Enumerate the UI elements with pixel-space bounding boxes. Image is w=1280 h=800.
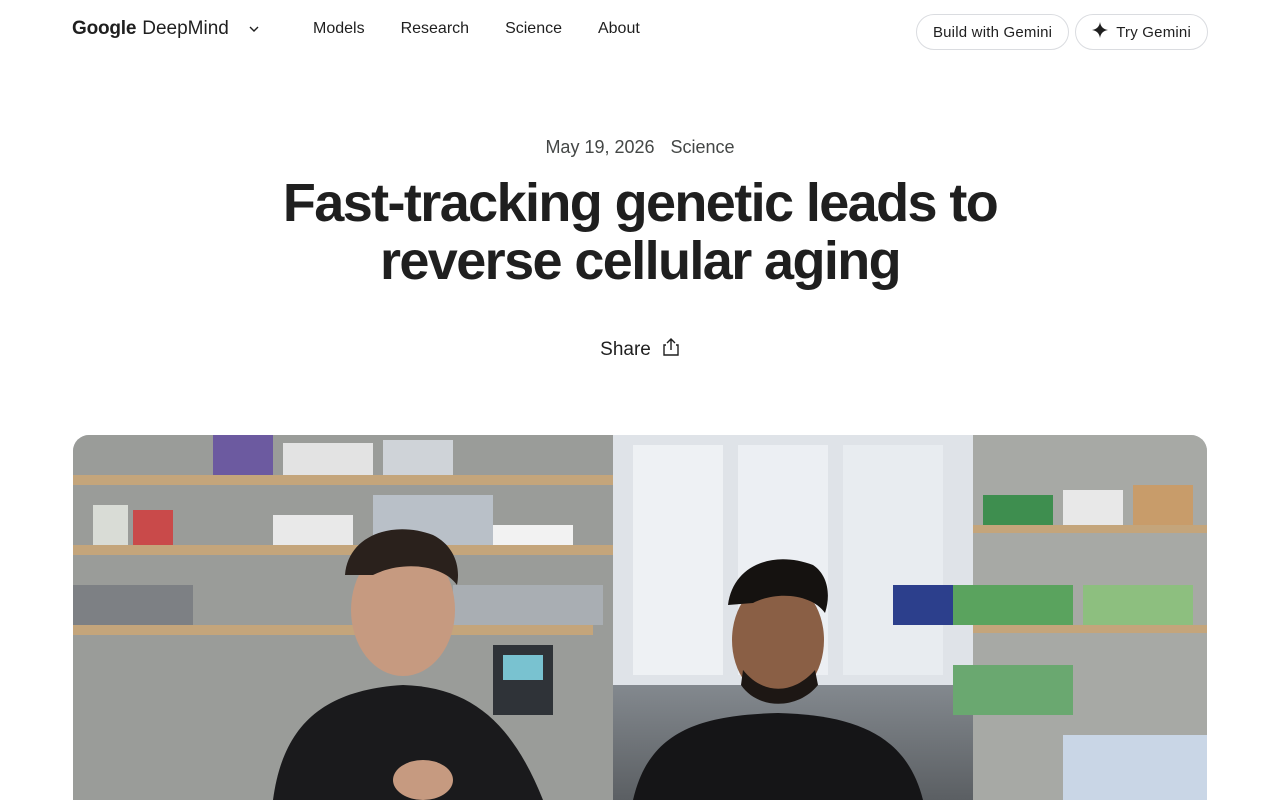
brand-google-text: Google	[72, 18, 137, 39]
try-gemini-button[interactable]: Try Gemini	[1075, 14, 1208, 50]
build-with-gemini-label: Build with Gemini	[932, 23, 1053, 41]
main-nav: Models Research Science About	[313, 20, 640, 38]
article-title-line-2: reverse cellular aging	[379, 231, 902, 291]
share-label: Share	[600, 339, 651, 360]
article-category-link[interactable]: Science	[671, 137, 735, 158]
hero-image	[73, 435, 1207, 800]
try-gemini-label: Try Gemini	[1116, 23, 1191, 41]
nav-item-models[interactable]: Models	[313, 20, 365, 38]
sparkle-icon	[1092, 22, 1109, 42]
share-button[interactable]: Share	[600, 337, 680, 363]
nav-item-research[interactable]: Research	[401, 20, 469, 38]
chevron-down-icon[interactable]	[243, 18, 265, 40]
nav-item-science[interactable]: Science	[505, 20, 562, 38]
build-with-gemini-button[interactable]: Build with Gemini	[915, 14, 1070, 50]
article-title: Fast-tracking genetic leads to reverse c…	[240, 174, 1040, 290]
site-header: Google DeepMind Models Research Science …	[0, 0, 1280, 64]
brand-logo[interactable]: Google DeepMind	[72, 18, 265, 40]
nav-item-about[interactable]: About	[598, 20, 640, 38]
hero-image-illustration	[73, 435, 1207, 800]
share-row: Share	[0, 337, 1280, 363]
share-icon	[662, 337, 680, 363]
article-date: May 19, 2026	[545, 137, 655, 157]
header-actions: Build with Gemini Try Gemini	[915, 14, 1208, 50]
article-title-line-1: Fast-tracking genetic leads to	[282, 173, 999, 233]
article-meta: May 19, 2026 Science	[0, 137, 1280, 158]
brand-deepmind-text: DeepMind	[142, 18, 229, 39]
